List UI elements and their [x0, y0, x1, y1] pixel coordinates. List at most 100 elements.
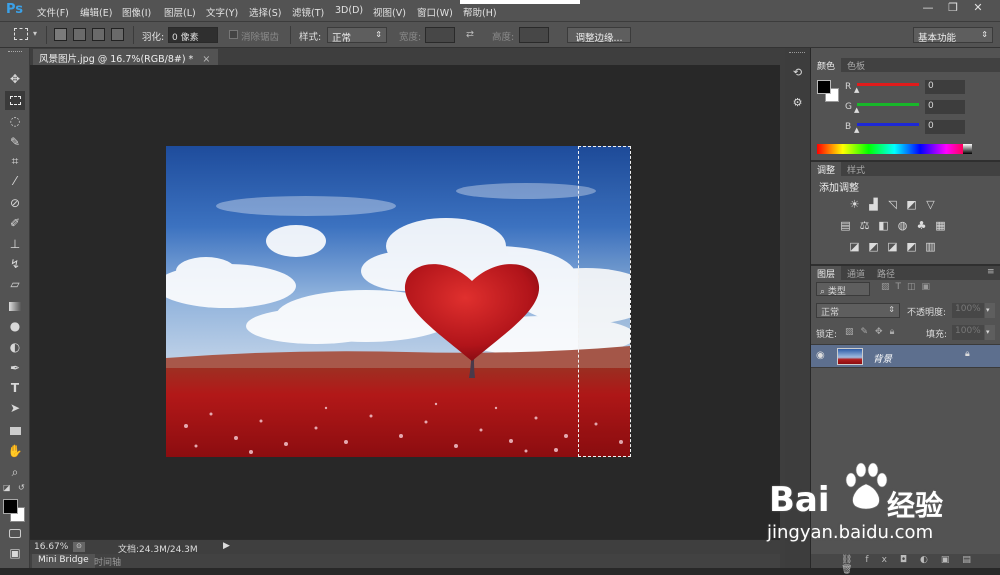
layer-filter-icons[interactable]: ▨T◫▣ — [881, 282, 936, 292]
gradient-tool-icon[interactable] — [5, 297, 25, 316]
type-tool-icon[interactable]: T — [5, 379, 25, 398]
screen-mode-icon[interactable]: ▣ — [5, 544, 25, 563]
opacity-input[interactable]: 100% — [952, 303, 984, 318]
path-selection-tool-icon[interactable]: ➤ — [5, 399, 25, 418]
tab-paths[interactable]: 路径 — [871, 266, 901, 280]
slider-handle-icon[interactable]: ▲ — [854, 126, 859, 134]
properties-panel-icon[interactable]: ⚙ — [788, 96, 807, 116]
history-panel-icon[interactable]: ⟲ — [788, 66, 807, 86]
invert-icon[interactable]: ◪ — [848, 241, 861, 253]
gradient-map-icon[interactable]: ▥ — [924, 241, 937, 253]
slider-handle-icon[interactable]: ▲ — [854, 86, 859, 94]
antialias-checkbox[interactable] — [229, 30, 238, 39]
move-tool-icon[interactable]: ✥ — [5, 70, 25, 89]
blue-slider[interactable] — [857, 123, 919, 126]
exposure-icon[interactable]: ◩ — [905, 199, 918, 211]
clone-stamp-tool-icon[interactable]: ⊥ — [5, 235, 25, 254]
style-select[interactable]: 正常 ⇕ — [327, 27, 387, 44]
layer-row[interactable]: ◉ 背景 🔒︎ — [811, 344, 1000, 368]
vibrance-icon[interactable]: ▽ — [924, 199, 937, 211]
levels-icon[interactable]: ▟ — [867, 199, 880, 211]
workspace-select[interactable]: 基本功能 ⇕ — [913, 27, 993, 44]
slider-handle-icon[interactable]: ▲ — [854, 106, 859, 114]
lasso-tool-icon[interactable]: ◌ — [5, 112, 25, 131]
healing-brush-tool-icon[interactable]: ⊘ — [5, 194, 25, 213]
eraser-tool-icon[interactable]: ▱ — [5, 275, 25, 294]
brush-tool-icon[interactable]: ✐ — [5, 214, 25, 233]
layer-name[interactable]: 背景 — [873, 351, 892, 365]
curves-icon[interactable]: ◹ — [886, 199, 899, 211]
document-image[interactable] — [166, 146, 630, 457]
zoom-tool-icon[interactable]: ⌕ — [5, 463, 25, 482]
refine-edge-button[interactable]: 调整边缘... — [567, 27, 631, 44]
menu-view[interactable]: 视图(V) — [373, 5, 406, 19]
document-tab[interactable]: 风景图片.jpg @ 16.7%(RGB/8#) * × — [33, 49, 219, 65]
intersect-selection-icon[interactable] — [111, 28, 124, 41]
tab-mini-bridge[interactable]: Mini Bridge — [32, 554, 95, 568]
tab-channels[interactable]: 通道 — [841, 266, 871, 280]
red-slider[interactable] — [857, 83, 919, 86]
color-spectrum-ramp[interactable] — [817, 144, 972, 154]
eyedropper-tool-icon[interactable]: ⁄ — [5, 172, 25, 191]
hand-tool-icon[interactable]: ✋ — [5, 442, 25, 461]
layer-filter-select[interactable]: ⌕ 类型 — [816, 282, 870, 297]
tab-color[interactable]: 颜色 — [811, 58, 842, 72]
feather-input[interactable]: 0 像素 — [168, 27, 218, 43]
lock-icons[interactable]: ▨✎✥🔒︎ — [845, 327, 901, 337]
opacity-dropdown-icon[interactable]: ▾ — [985, 303, 995, 318]
new-selection-icon[interactable] — [54, 28, 67, 41]
blur-tool-icon[interactable]: ● — [5, 317, 25, 336]
photo-filter-icon[interactable]: ◍ — [896, 220, 909, 232]
panel-menu-icon[interactable]: ≡ — [987, 267, 995, 277]
quick-selection-tool-icon[interactable]: ✎ — [5, 133, 25, 152]
status-info-icon[interactable]: ⊙ — [73, 542, 85, 552]
rectangle-tool-icon[interactable] — [5, 421, 25, 440]
width-input[interactable] — [425, 27, 455, 43]
menu-filter[interactable]: 滤镜(T) — [292, 5, 324, 19]
marquee-tool-icon[interactable] — [14, 28, 28, 40]
minimize-button[interactable]: — — [917, 0, 939, 16]
red-value-input[interactable]: 0 — [925, 80, 965, 94]
hue-saturation-icon[interactable]: ▤ — [839, 220, 852, 232]
menu-layer[interactable]: 图层(L) — [164, 5, 196, 19]
menu-select[interactable]: 选择(S) — [249, 5, 281, 19]
menu-image[interactable]: 图像(I) — [122, 5, 151, 19]
black-white-ramp[interactable] — [963, 144, 972, 154]
quick-mask-icon[interactable] — [5, 524, 25, 543]
crop-tool-icon[interactable]: ⌗ — [5, 152, 25, 171]
tab-styles[interactable]: 样式 — [841, 162, 871, 176]
subtract-selection-icon[interactable] — [92, 28, 105, 41]
menu-type[interactable]: 文字(Y) — [206, 5, 238, 19]
threshold-icon[interactable]: ◪ — [886, 241, 899, 253]
channel-mixer-icon[interactable]: ♣ — [915, 220, 928, 232]
tab-layers[interactable]: 图层 — [811, 266, 842, 280]
menu-file[interactable]: 文件(F) — [37, 5, 69, 19]
foreground-color-swatch[interactable] — [3, 499, 18, 514]
zoom-level[interactable]: 16.67% — [34, 542, 68, 552]
tab-timeline[interactable]: 时间轴 — [88, 554, 127, 568]
pen-tool-icon[interactable]: ✒ — [5, 359, 25, 378]
black-white-icon[interactable]: ◧ — [877, 220, 890, 232]
selective-color-icon[interactable]: ◩ — [905, 241, 918, 253]
tool-preset-chevron-icon[interactable]: ▾ — [33, 29, 37, 38]
green-slider[interactable] — [857, 103, 919, 106]
eye-icon[interactable]: ◉ — [816, 350, 825, 361]
default-colors-icon[interactable]: ◪ — [3, 483, 11, 492]
menu-window[interactable]: 窗口(W) — [417, 5, 453, 19]
menu-edit[interactable]: 编辑(E) — [80, 5, 112, 19]
tab-adjustments[interactable]: 调整 — [811, 162, 842, 176]
history-brush-tool-icon[interactable]: ↯ — [5, 255, 25, 274]
fill-input[interactable]: 100% — [952, 325, 984, 340]
close-tab-icon[interactable]: × — [202, 54, 210, 65]
swap-dimensions-icon[interactable]: ⇄ — [466, 29, 474, 40]
color-balance-icon[interactable]: ⚖ — [858, 220, 871, 232]
marquee-tool-icon[interactable] — [5, 91, 25, 110]
restore-button[interactable]: ❐ — [942, 0, 964, 16]
selection-marquee[interactable] — [578, 146, 631, 457]
fill-dropdown-icon[interactable]: ▾ — [985, 325, 995, 340]
status-menu-arrow-icon[interactable]: ▶ — [223, 541, 230, 551]
menu-3d[interactable]: 3D(D) — [335, 5, 363, 16]
foreground-color-swatch[interactable] — [817, 80, 831, 94]
swap-colors-icon[interactable]: ↺ — [18, 483, 25, 492]
height-input[interactable] — [519, 27, 549, 43]
